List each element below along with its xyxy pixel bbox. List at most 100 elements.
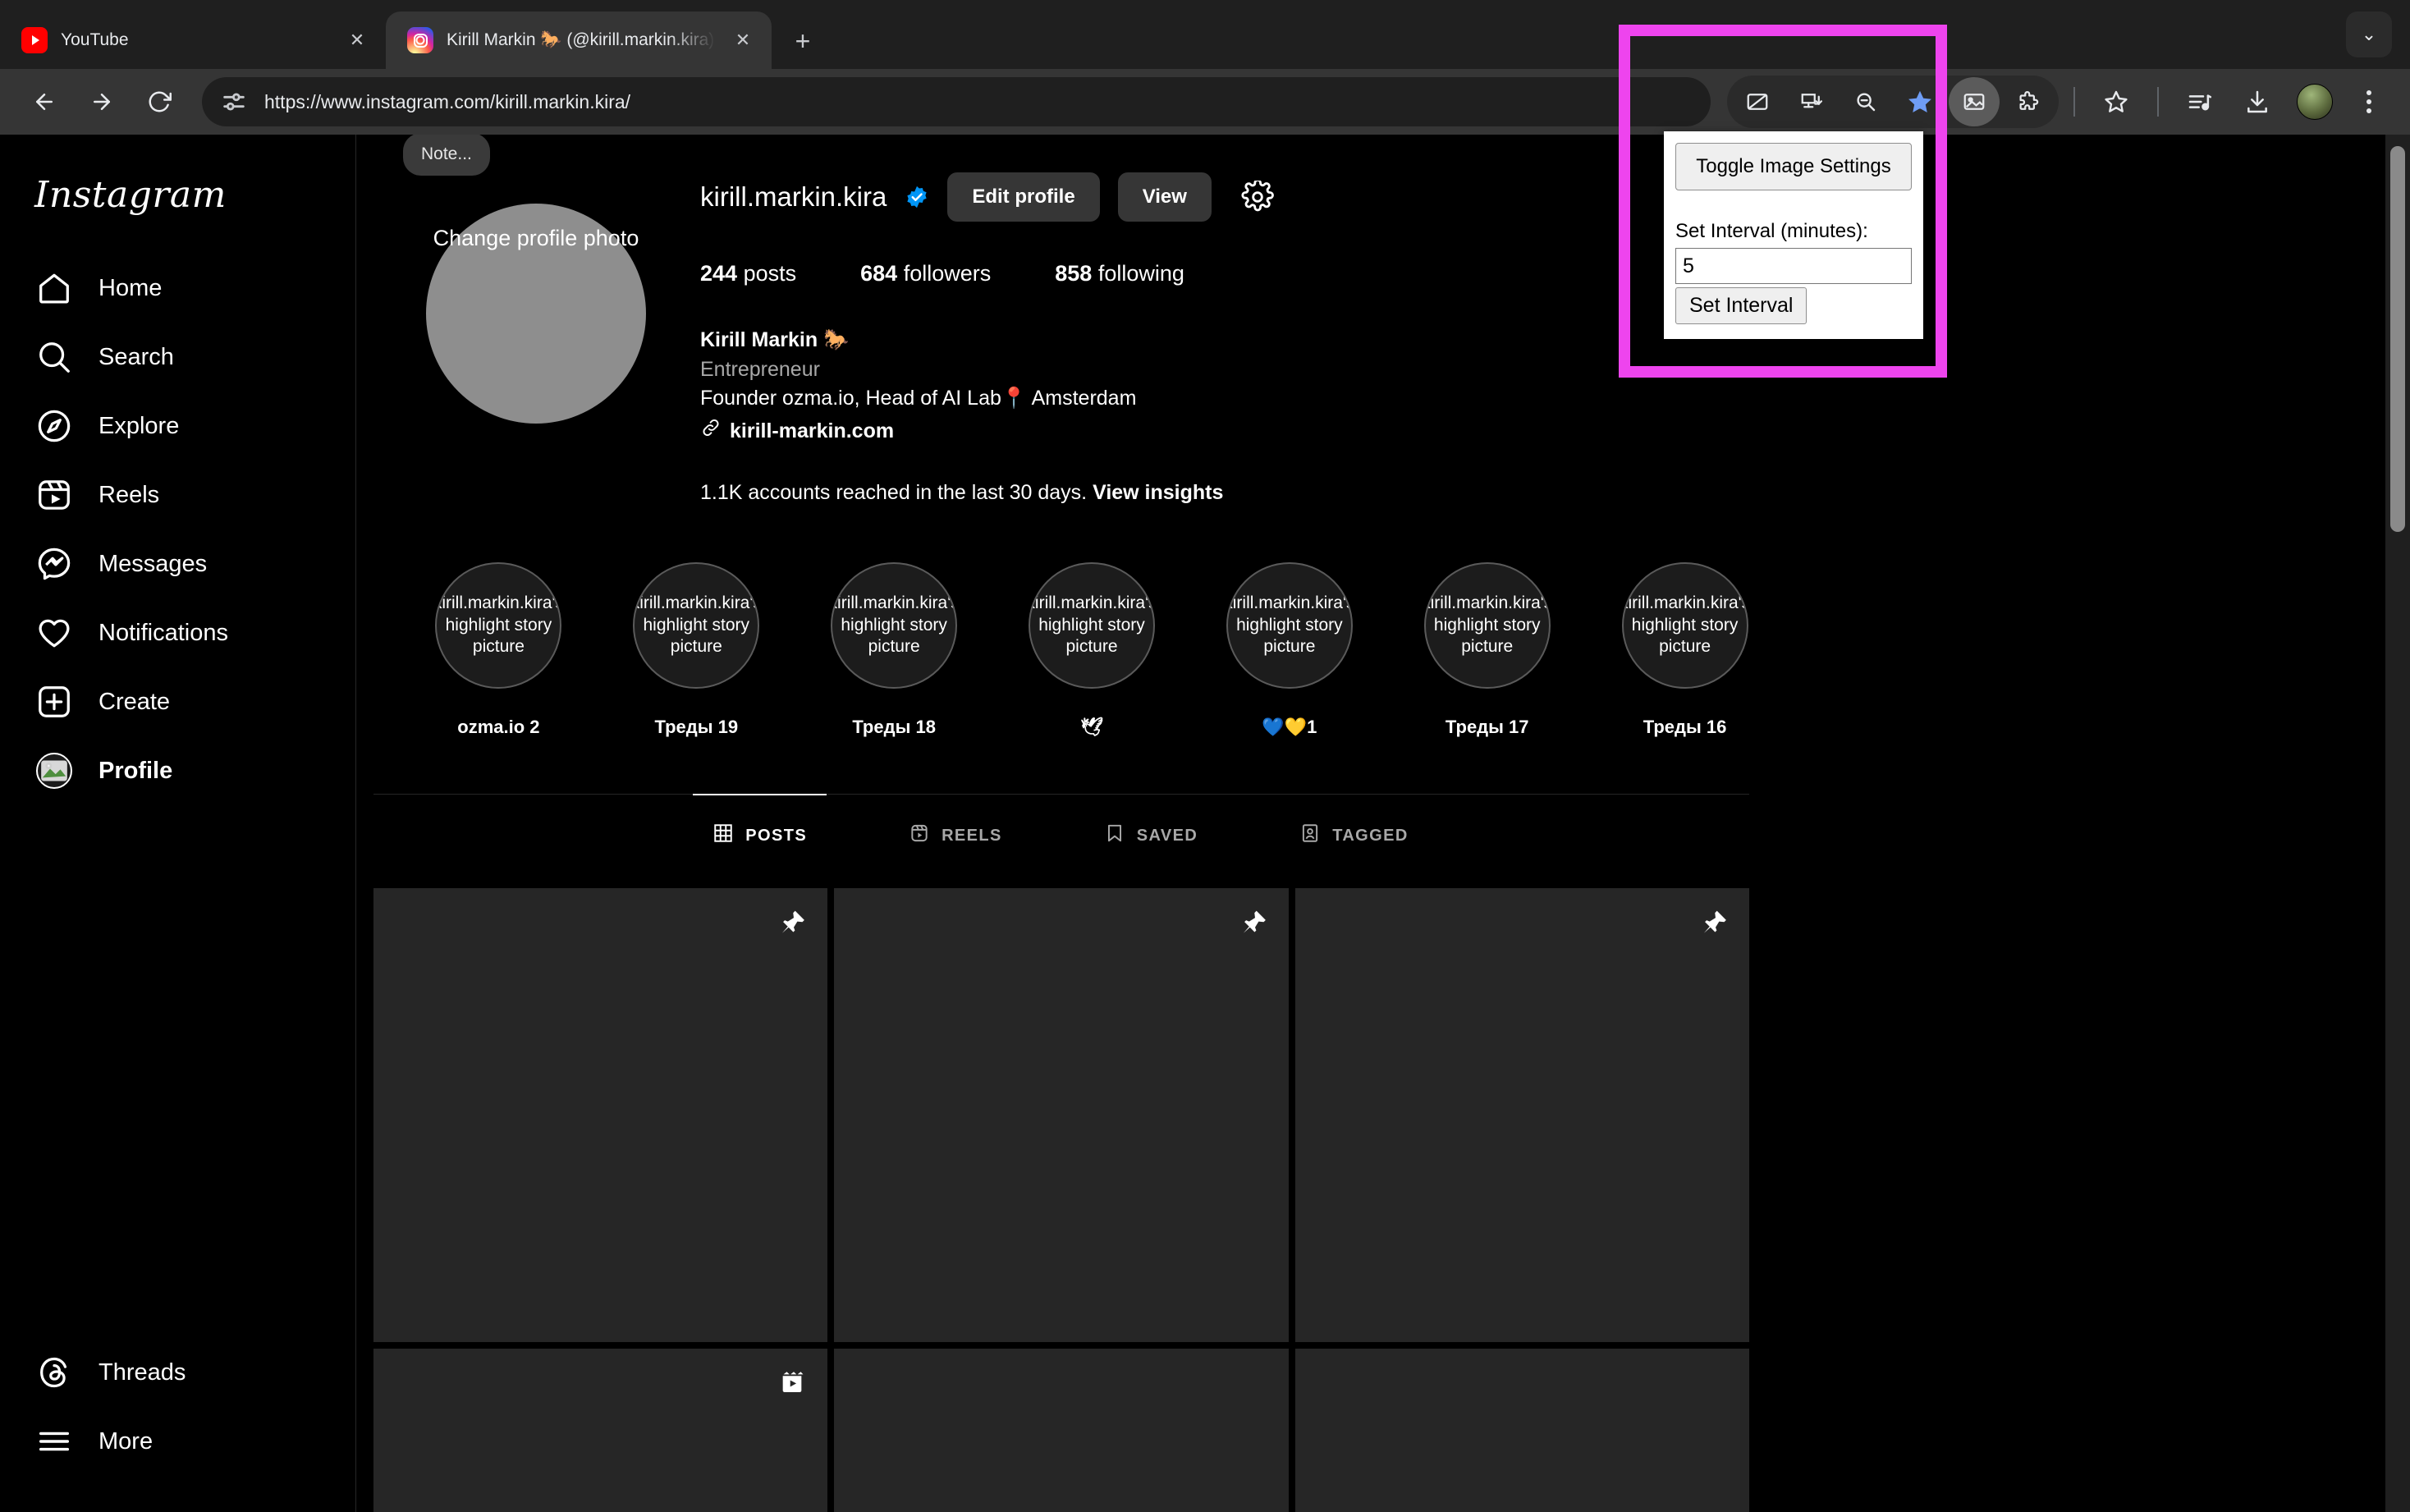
post-cell[interactable] — [373, 888, 827, 1342]
highlight-item[interactable]: kirill.markin.kira's highlight story pic… — [795, 562, 993, 738]
profile-tabs: POSTS REELS SAVED TAGGED — [372, 795, 1749, 870]
highlight-cover[interactable]: kirill.markin.kira's highlight story pic… — [1424, 562, 1551, 689]
hamburger-icon — [34, 1422, 74, 1461]
post-cell[interactable] — [834, 1349, 1288, 1512]
tab-reels[interactable]: REELS — [909, 795, 1002, 870]
sidebar-item-search[interactable]: Search — [0, 323, 331, 392]
pin-icon — [1700, 908, 1728, 940]
reel-icon — [778, 1368, 806, 1400]
toggle-image-settings-button[interactable]: Toggle Image Settings — [1675, 143, 1912, 190]
highlight-cover[interactable]: kirill.markin.kira's highlight story pic… — [831, 562, 957, 689]
scrollbar-thumb[interactable] — [2390, 146, 2405, 532]
bookmark-star-icon[interactable] — [2090, 76, 2142, 128]
view-insights-link[interactable]: View insights — [1093, 481, 1223, 504]
image-settings-icon[interactable] — [1949, 77, 2000, 126]
post-cell[interactable] — [1295, 1349, 1749, 1512]
sidebar-item-home[interactable]: Home — [0, 254, 331, 323]
stat-posts[interactable]: 244 posts — [700, 261, 796, 286]
sidebar-nav-list: Home Search Explore — [0, 254, 355, 805]
profile-website-link[interactable]: kirill-markin.com — [730, 417, 894, 447]
tab-label: TAGGED — [1332, 827, 1408, 845]
highlight-label: Треды 19 — [654, 717, 738, 738]
highlight-cover[interactable]: kirill.markin.kira's highlight story pic… — [1622, 562, 1748, 689]
profile-photo[interactable]: Change profile photo — [426, 204, 646, 424]
highlight-label: 🕊 — [1080, 717, 1103, 738]
tab-title: Kirill Markin 🐎 (@kirill.markin.kira) — [447, 30, 716, 50]
tab-label: SAVED — [1137, 827, 1198, 845]
tab-posts[interactable]: POSTS — [712, 795, 807, 870]
chevron-down-icon[interactable]: ⌄ — [2346, 11, 2392, 57]
post-cell[interactable] — [834, 888, 1288, 1342]
post-cell[interactable] — [373, 1349, 827, 1512]
tab-title: YouTube — [61, 30, 330, 50]
search-icon — [34, 337, 74, 377]
edit-profile-button[interactable]: Edit profile — [947, 172, 1099, 222]
sidebar-item-reels[interactable]: Reels — [0, 460, 331, 529]
sidebar-item-threads[interactable]: Threads — [0, 1338, 331, 1407]
new-tab-button[interactable]: + — [780, 18, 826, 64]
profile-bio-line: Founder ozma.io, Head of AI Lab📍 Amsterd… — [700, 384, 1784, 414]
post-grid — [373, 888, 1749, 1512]
instagram-logo[interactable]: Instagram — [0, 135, 355, 216]
kebab-menu-icon[interactable] — [2346, 76, 2392, 128]
stat-value: 858 — [1055, 261, 1092, 286]
home-icon — [34, 268, 74, 308]
profile-bio: Kirill Markin 🐎 Entrepreneur Founder ozm… — [700, 326, 1784, 447]
tab-saved[interactable]: SAVED — [1104, 795, 1198, 870]
zoom-out-icon[interactable] — [1840, 77, 1891, 126]
reload-icon[interactable] — [133, 76, 186, 128]
site-settings-icon[interactable] — [220, 88, 248, 116]
highlight-alt-text: kirill.markin.kira's highlight story pic… — [1226, 593, 1353, 659]
media-playlist-icon[interactable] — [2174, 76, 2226, 128]
post-cell[interactable] — [1295, 888, 1749, 1342]
save-to-device-icon[interactable] — [1786, 77, 1837, 126]
highlight-item[interactable]: kirill.markin.kira's highlight story pic… — [993, 562, 1191, 738]
browser-tab-instagram[interactable]: Kirill Markin 🐎 (@kirill.markin.kira) ✕ — [386, 11, 772, 69]
stat-value: 684 — [860, 261, 897, 286]
highlight-cover[interactable]: kirill.markin.kira's highlight story pic… — [435, 562, 561, 689]
back-icon[interactable] — [18, 76, 71, 128]
highlight-item[interactable]: kirill.markin.kira's highlight story pic… — [1586, 562, 1784, 738]
tab-label: REELS — [942, 827, 1002, 845]
profile-handle: kirill.markin.kira — [700, 181, 887, 213]
image-off-icon[interactable] — [1732, 77, 1783, 126]
highlight-cover[interactable]: kirill.markin.kira's highlight story pic… — [1226, 562, 1353, 689]
set-interval-label: Set Interval (minutes): — [1675, 220, 1912, 243]
page-scrollbar[interactable] — [2385, 135, 2410, 1512]
sidebar-item-messages[interactable]: Messages — [0, 529, 331, 598]
downloads-icon[interactable] — [2231, 76, 2284, 128]
gear-icon[interactable] — [1241, 181, 1274, 213]
tab-close-button[interactable]: ✕ — [729, 26, 757, 54]
forward-icon[interactable] — [76, 76, 128, 128]
stat-following[interactable]: 858 following — [1055, 261, 1184, 286]
highlight-cover[interactable]: kirill.markin.kira's highlight story pic… — [1029, 562, 1155, 689]
star-filled-icon[interactable] — [1895, 77, 1945, 126]
note-bubble[interactable]: Note... — [403, 135, 490, 176]
profile-website-row[interactable]: kirill-markin.com — [700, 417, 1784, 447]
sidebar-item-notifications[interactable]: Notifications — [0, 598, 331, 667]
profile-avatar-icon[interactable] — [2289, 76, 2341, 128]
interval-input[interactable] — [1675, 248, 1912, 284]
highlight-item[interactable]: kirill.markin.kira's highlight story pic… — [1190, 562, 1388, 738]
tab-tagged[interactable]: TAGGED — [1299, 795, 1408, 870]
set-interval-button[interactable]: Set Interval — [1675, 287, 1807, 324]
browser-tab-youtube[interactable]: YouTube ✕ — [0, 11, 386, 69]
reels-icon — [909, 822, 930, 849]
story-highlights: kirill.markin.kira's highlight story pic… — [372, 562, 1784, 738]
sidebar-item-create[interactable]: Create — [0, 667, 331, 736]
sidebar-item-more[interactable]: More — [0, 1407, 331, 1476]
instagram-icon — [407, 27, 433, 53]
highlight-item[interactable]: kirill.markin.kira's highlight story pic… — [598, 562, 795, 738]
stat-followers[interactable]: 684 followers — [860, 261, 991, 286]
view-archive-button[interactable]: View — [1118, 172, 1212, 222]
sidebar-item-profile[interactable]: Profile — [0, 736, 331, 805]
puzzle-icon[interactable] — [2003, 77, 2054, 126]
tab-close-button[interactable]: ✕ — [343, 26, 371, 54]
sidebar-item-explore[interactable]: Explore — [0, 392, 331, 460]
sidebar-item-label: Explore — [99, 413, 179, 440]
address-bar[interactable]: https://www.instagram.com/kirill.markin.… — [202, 77, 1711, 126]
highlight-item[interactable]: kirill.markin.kira's highlight story pic… — [400, 562, 598, 738]
sidebar-item-label: Create — [99, 689, 170, 716]
highlight-item[interactable]: kirill.markin.kira's highlight story pic… — [1388, 562, 1586, 738]
highlight-cover[interactable]: kirill.markin.kira's highlight story pic… — [633, 562, 759, 689]
